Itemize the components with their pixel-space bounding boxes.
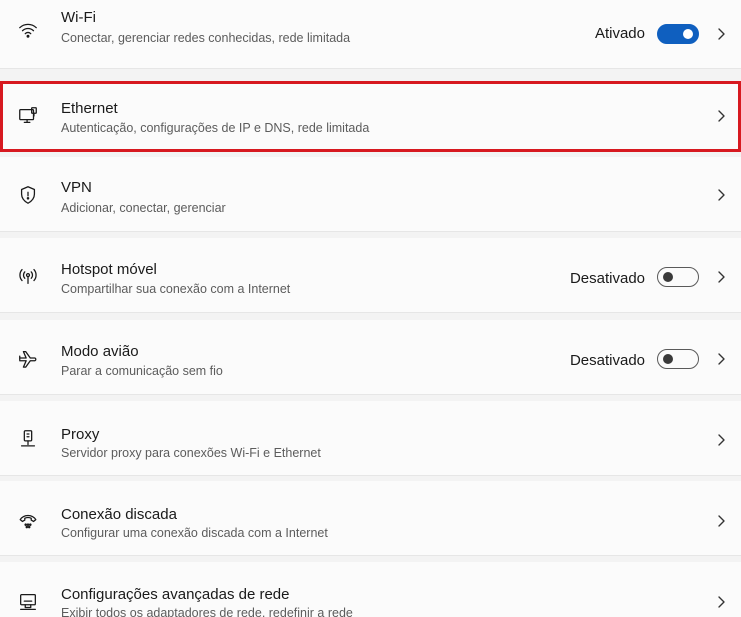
wifi-subtitle: Conectar, gerenciar redes conhecidas, re… [61,31,351,45]
advanced-network-title: Configurações avançadas de rede [61,586,290,603]
airplane-subtitle: Parar a comunicação sem fio [61,364,223,378]
dialup-title: Conexão discada [61,506,177,523]
vpn-title: VPN [61,179,92,196]
hotspot-subtitle: Compartilhar sua conexão com a Internet [61,282,291,296]
airplane-icon [14,344,42,372]
toggle-knob [683,29,693,39]
ethernet-icon [14,102,42,130]
chevron-right-icon [715,188,727,202]
airplane-status: Desativado [569,352,645,369]
chevron-right-icon [715,270,727,284]
hotspot-title: Hotspot móvel [61,261,157,278]
proxy-title: Proxy [61,426,100,443]
toggle-knob [663,354,673,364]
chevron-right-icon [715,27,727,41]
chevron-right-icon [715,514,727,528]
chevron-right-icon [715,433,727,447]
chevron-right-icon [715,109,727,123]
hotspot-status: Desativado [569,270,645,287]
network-settings-list: Wi-Fi Conectar, gerenciar redes conhecid… [0,0,741,617]
advanced-network-subtitle: Exibir todos os adaptadores de rede, red… [61,606,353,617]
vpn-subtitle: Adicionar, conectar, gerenciar [61,201,226,215]
advanced-network-row[interactable]: Configurações avançadas de rede Exibir t… [0,562,741,617]
toggle-knob [663,272,673,282]
dialup-subtitle: Configurar uma conexão discada com a Int… [61,526,328,540]
airplane-toggle[interactable] [657,349,699,369]
proxy-icon [14,425,42,453]
proxy-subtitle: Servidor proxy para conexões Wi-Fi e Eth… [61,446,321,460]
wifi-icon [14,16,42,44]
hotspot-row[interactable]: Hotspot móvel Compartilhar sua conexão c… [0,238,741,313]
dialup-icon [14,507,42,535]
airplane-title: Modo avião [61,343,139,360]
ethernet-subtitle: Autenticação, configurações de IP e DNS,… [61,121,370,135]
chevron-right-icon [715,595,727,609]
vpn-shield-icon [14,181,42,209]
chevron-right-icon [715,352,727,366]
hotspot-icon [14,262,42,290]
wifi-status: Ativado [594,25,645,42]
vpn-row[interactable]: VPN Adicionar, conectar, gerenciar [0,157,741,232]
ethernet-row[interactable]: Ethernet Autenticação, configurações de … [0,81,741,152]
wifi-row[interactable]: Wi-Fi Conectar, gerenciar redes conhecid… [0,0,741,69]
proxy-row[interactable]: Proxy Servidor proxy para conexões Wi-Fi… [0,401,741,476]
wifi-toggle[interactable] [657,24,699,44]
airplane-mode-row[interactable]: Modo avião Parar a comunicação sem fio D… [0,320,741,395]
wifi-title: Wi-Fi [61,9,96,26]
hotspot-toggle[interactable] [657,267,699,287]
advanced-network-icon [14,588,42,616]
ethernet-title: Ethernet [61,100,118,117]
dialup-row[interactable]: Conexão discada Configurar uma conexão d… [0,481,741,556]
